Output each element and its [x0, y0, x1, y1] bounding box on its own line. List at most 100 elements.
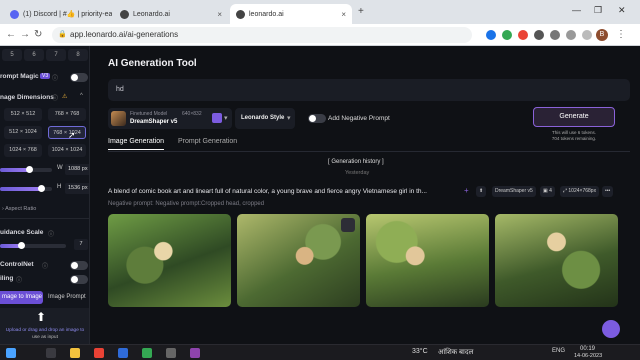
generated-image-2[interactable] [237, 214, 360, 307]
tab-leonardo-active[interactable]: leonardo.ai × [230, 4, 352, 24]
controlnet-toggle[interactable] [70, 261, 88, 270]
cursor-icon: ➚ [68, 130, 76, 140]
extension-icon[interactable] [518, 30, 528, 40]
extension-icon[interactable] [502, 30, 512, 40]
model-edit-icon[interactable] [212, 113, 222, 123]
puzzle-icon[interactable] [550, 30, 560, 40]
model-thumbnail [111, 111, 126, 126]
new-tab-button[interactable]: + [358, 6, 364, 17]
width-value[interactable]: 1088 px [65, 164, 89, 175]
generation-history-label[interactable]: [ Generation history ] [328, 159, 384, 165]
tab-prompt-generation[interactable]: Prompt Generation [178, 138, 237, 145]
extension-icon[interactable] [534, 30, 544, 40]
tab-discord[interactable]: (1) Discord | #👍 | priority-early... × [4, 4, 112, 24]
chevron-down-icon: ▾ [287, 115, 291, 122]
back-icon[interactable]: ← [6, 29, 16, 40]
dimension-768x768[interactable]: 768 × 768 [48, 108, 86, 121]
generate-button[interactable]: Generate [533, 107, 615, 127]
generation-size-badge: ⤢ 1024×768px [560, 186, 600, 197]
generation-history-text: Generation history [331, 159, 381, 165]
tab-image-prompt[interactable]: Image Prompt [48, 294, 86, 300]
height-value[interactable]: 1536 px [65, 183, 89, 194]
tab-image-to-image[interactable]: mage to Image [0, 291, 43, 304]
width-slider-knob[interactable] [25, 166, 33, 173]
guidance-slider[interactable] [0, 244, 66, 248]
history-bracket-icon: [ [328, 159, 330, 165]
restore-icon[interactable]: ❐ [594, 5, 602, 16]
dimension-512x1024[interactable]: 512 × 1024 [4, 126, 42, 139]
generated-image-3[interactable] [366, 214, 489, 307]
extension-icon[interactable] [486, 30, 496, 40]
generation-prompt-text: A blend of comic book art and lineart fu… [108, 188, 427, 195]
language-indicator[interactable]: ENG [552, 348, 565, 354]
guidance-value[interactable]: 7 [74, 239, 88, 250]
style-selector[interactable]: Leonardo Style ▾ [235, 108, 295, 129]
sidebar-icon[interactable] [566, 30, 576, 40]
upload-text-line2: use as input [32, 335, 58, 340]
clock-time[interactable]: 00:19 [580, 346, 595, 352]
minimize-icon[interactable]: — [572, 5, 581, 15]
windows-taskbar: 33°C आंशिक बादल ENG 00:19 14-06-2023 [0, 344, 640, 360]
chrome-icon[interactable] [94, 348, 104, 358]
generation-size-value: 1024×768px [568, 188, 597, 194]
leonardo-icon [236, 9, 245, 19]
window-icon[interactable] [582, 30, 592, 40]
dimension-1024x1024[interactable]: 1024 × 1024 [48, 144, 86, 157]
height-slider-knob[interactable] [37, 185, 45, 192]
chevron-up-icon[interactable]: ^ [80, 93, 83, 99]
upload-dropzone[interactable]: ⬆ Upload or drag and drop an image to us… [0, 308, 89, 344]
dimension-512x512[interactable]: 512 × 512 [4, 108, 42, 121]
model-chevron-down-icon[interactable]: ▾ [224, 114, 228, 122]
generated-image-1[interactable] [108, 214, 231, 307]
chevron-right-icon: › [2, 206, 4, 212]
url-field[interactable]: 🔒 app.leonardo.ai/ai-generations [52, 27, 472, 43]
width-label: W [57, 165, 63, 171]
weather-temp[interactable]: 33°C [412, 348, 428, 355]
reload-icon[interactable]: ↻ [34, 29, 42, 40]
aspect-ratio-label[interactable]: › Aspect Ratio [2, 206, 36, 212]
url-text: app.leonardo.ai/ai-generations [70, 30, 179, 39]
generation-model-badge[interactable]: DreamShaper v5 [492, 186, 536, 197]
add-icon[interactable]: + [464, 186, 469, 195]
upload-text-line1: Upload or drag and drop an image to [5, 328, 85, 333]
info-icon: ⓘ [42, 264, 49, 270]
image-count-7[interactable]: 7 [46, 49, 66, 61]
image-count-8[interactable]: 8 [68, 49, 88, 61]
guidance-scale-label: uidance Scale [0, 229, 44, 236]
close-window-icon[interactable]: ✕ [618, 5, 626, 16]
image-count-6[interactable]: 6 [24, 49, 44, 61]
close-icon[interactable]: × [341, 10, 346, 19]
generation-count-value: 4 [549, 188, 552, 194]
menu-icon[interactable]: ⋮ [616, 29, 626, 40]
windows-start-icon[interactable] [6, 348, 16, 358]
dimension-768x1024[interactable]: 768 × 1024 [48, 126, 86, 139]
taskbar-app-icon[interactable] [190, 348, 200, 358]
tiling-toggle[interactable] [70, 275, 88, 284]
tab-image-generation[interactable]: Image Generation [108, 138, 165, 150]
model-selector[interactable]: Finetuned Model 640×832 DreamShaper v5 [108, 108, 232, 129]
close-icon[interactable]: × [217, 10, 222, 19]
tab-leonardo-1[interactable]: Leonardo.ai × [114, 4, 228, 24]
upscale-button[interactable]: ⬆ [476, 186, 487, 197]
file-explorer-icon[interactable] [70, 348, 80, 358]
taskbar-app-icon[interactable] [118, 348, 128, 358]
aspect-ratio-text: Aspect Ratio [5, 206, 37, 212]
dimension-1024x768[interactable]: 1024 × 768 [4, 144, 42, 157]
token-note-1: This will use 6 tokens. [551, 130, 597, 135]
image-count-5[interactable]: 5 [2, 49, 22, 61]
profile-avatar[interactable]: B [596, 29, 608, 41]
negative-prompt-toggle[interactable] [308, 114, 326, 123]
chrome-icon[interactable] [142, 348, 152, 358]
forward-icon[interactable]: → [20, 29, 30, 40]
prompt-input[interactable]: hd [108, 79, 630, 101]
model-name: DreamShaper v5 [130, 119, 178, 125]
more-icon: ••• [605, 188, 611, 194]
image-action-icon[interactable] [341, 218, 355, 232]
info-icon: ⓘ [16, 278, 23, 284]
taskbar-app-icon[interactable] [46, 348, 56, 358]
more-options-button[interactable]: ••• [602, 186, 614, 197]
taskbar-app-icon[interactable] [166, 348, 176, 358]
chat-support-icon[interactable] [602, 320, 620, 338]
prompt-magic-toggle[interactable] [70, 73, 88, 82]
generated-image-4[interactable] [495, 214, 618, 307]
